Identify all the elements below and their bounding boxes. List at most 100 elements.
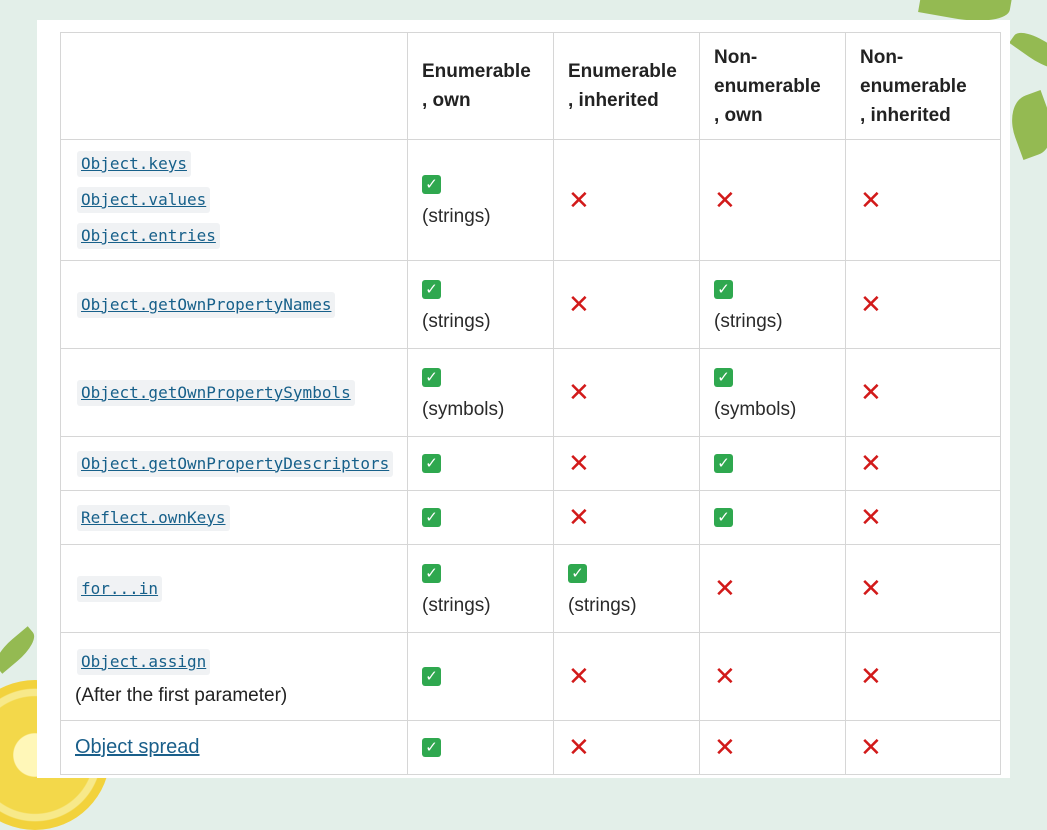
status-mark: ✕ [714,572,831,606]
status-mark: ✕ [860,288,986,322]
check-mark-icon: ✓ [714,453,733,473]
column-header-1: Enumerable , own [407,32,554,140]
status-cell: ✕ [845,348,1001,437]
status-cell: ✕ [699,720,846,775]
status-mark: ✓ [422,501,539,535]
table-row: Reflect.ownKeys ✓ ✕ ✓ ✕ [60,490,1001,545]
table-row: Object.keys Object.values Object.entries ✓ (… [60,139,1001,261]
method-link[interactable]: Object.keys [77,151,191,177]
check-mark-icon: ✓ [422,367,441,387]
status-mark: ✓ [422,168,539,202]
cross-mark-icon: ✕ [568,502,590,533]
method-cell: Object spread [60,720,408,775]
status-cell: ✕ [845,490,1001,545]
cross-mark-icon: ✕ [568,448,590,479]
status-mark: ✕ [860,731,986,765]
status-cell: ✕ [553,260,700,349]
method-link[interactable]: Object.getOwnPropertyDescriptors [77,450,394,477]
check-mark-icon: ✓ [422,563,441,583]
column-header-label: Enumerable , inherited [568,61,677,111]
status-mark: ✓ [714,361,831,395]
status-cell: ✕ [699,139,846,261]
status-cell: ✕ [553,632,700,721]
cross-mark-icon: ✕ [568,661,590,692]
cross-mark-icon: ✕ [714,732,736,763]
check-mark-icon: ✓ [422,666,441,686]
method-link[interactable]: Object.values [77,187,211,213]
cross-mark-icon: ✕ [714,184,736,215]
status-note: (strings) [422,206,491,227]
method-link[interactable]: Object.entries [77,223,220,249]
status-note: (symbols) [714,398,797,420]
method-link[interactable]: Object.getOwnPropertySymbols [77,379,355,406]
status-cell: ✕ [553,348,700,437]
table-row: for...in ✓ (strings) ✓ (strings) ✕ ✕ [60,544,1001,633]
table-row: Object spread ✓ ✕ ✕ ✕ [60,720,1001,775]
status-cell: ✓ (symbols) [407,348,554,437]
status-note: (strings) [568,594,637,616]
method-link[interactable]: for...in [77,575,163,602]
cross-mark-icon: ✕ [568,732,590,763]
check-mark-icon: ✓ [714,367,733,387]
status-mark: ✕ [568,447,685,481]
cross-mark-icon: ✕ [860,184,882,215]
method-link[interactable]: Object.getOwnPropertyNames [77,291,336,318]
status-cell: ✕ [699,544,846,633]
cross-mark-icon: ✕ [860,502,882,533]
status-cell: ✕ [845,139,1001,261]
cross-mark-icon: ✕ [568,184,590,215]
status-note: (strings) [714,310,783,332]
cross-mark-icon: ✕ [860,377,882,408]
cross-mark-icon: ✕ [860,573,882,604]
status-cell: ✕ [553,490,700,545]
method-cell: for...in [60,544,408,633]
status-cell: ✕ [553,720,700,775]
comparison-card: Enumerable , own Enumerable , inherited No… [37,20,1010,778]
method-cell: Object.getOwnPropertyDescriptors [60,436,408,491]
status-cell: ✓ [407,720,554,775]
object-spread-link[interactable]: Object spread [75,736,200,758]
check-mark-icon: ✓ [714,279,733,299]
check-mark-icon: ✓ [422,175,441,195]
status-cell: ✕ [699,632,846,721]
status-mark: ✕ [568,376,685,410]
method-link[interactable]: Reflect.ownKeys [77,504,230,531]
status-mark: ✕ [568,183,685,217]
status-cell: ✕ [845,544,1001,633]
property-enumeration-table: Enumerable , own Enumerable , inherited No… [60,32,1001,775]
cross-mark-icon: ✕ [860,448,882,479]
status-note: (symbols) [422,398,505,420]
method-link[interactable]: Object.assign [77,648,211,675]
status-cell: ✓ (strings) [407,260,554,349]
status-mark: ✕ [860,501,986,535]
status-mark: ✓ [568,557,685,591]
check-mark-icon: ✓ [422,737,441,757]
status-cell: ✓ [699,490,846,545]
status-cell: ✕ [845,632,1001,721]
status-mark: ✕ [568,501,685,535]
status-note: (strings) [422,594,491,616]
table-row: Object.assign (After the first parameter)… [60,632,1001,721]
column-header-label: Non- enumerable , own [714,46,821,126]
table-row: Object.getOwnPropertyDescriptors ✓ ✕ ✓ ✕ [60,436,1001,491]
cross-mark-icon: ✕ [568,289,590,320]
status-cell: ✓ (strings) [699,260,846,349]
status-cell: ✓ [699,436,846,491]
check-mark-icon: ✓ [422,453,441,473]
method-cell: Object.getOwnPropertyNames [60,260,408,349]
method-note: (After the first parameter) [75,684,288,706]
status-mark: ✕ [860,660,986,694]
status-mark: ✕ [568,731,685,765]
column-header-label: Enumerable , own [422,61,531,111]
status-cell: ✓ (symbols) [699,348,846,437]
column-header-label: Non- enumerable , inherited [860,46,967,126]
status-mark: ✓ [714,447,831,481]
status-mark: ✕ [860,447,986,481]
status-mark: ✓ [422,447,539,481]
status-cell: ✕ [553,139,700,261]
status-cell: ✕ [845,260,1001,349]
status-cell: ✓ [407,490,554,545]
status-mark: ✓ [422,557,539,591]
column-header-4: Non- enumerable , inherited [845,32,1001,140]
header-row: Enumerable , own Enumerable , inherited No… [60,32,1001,140]
